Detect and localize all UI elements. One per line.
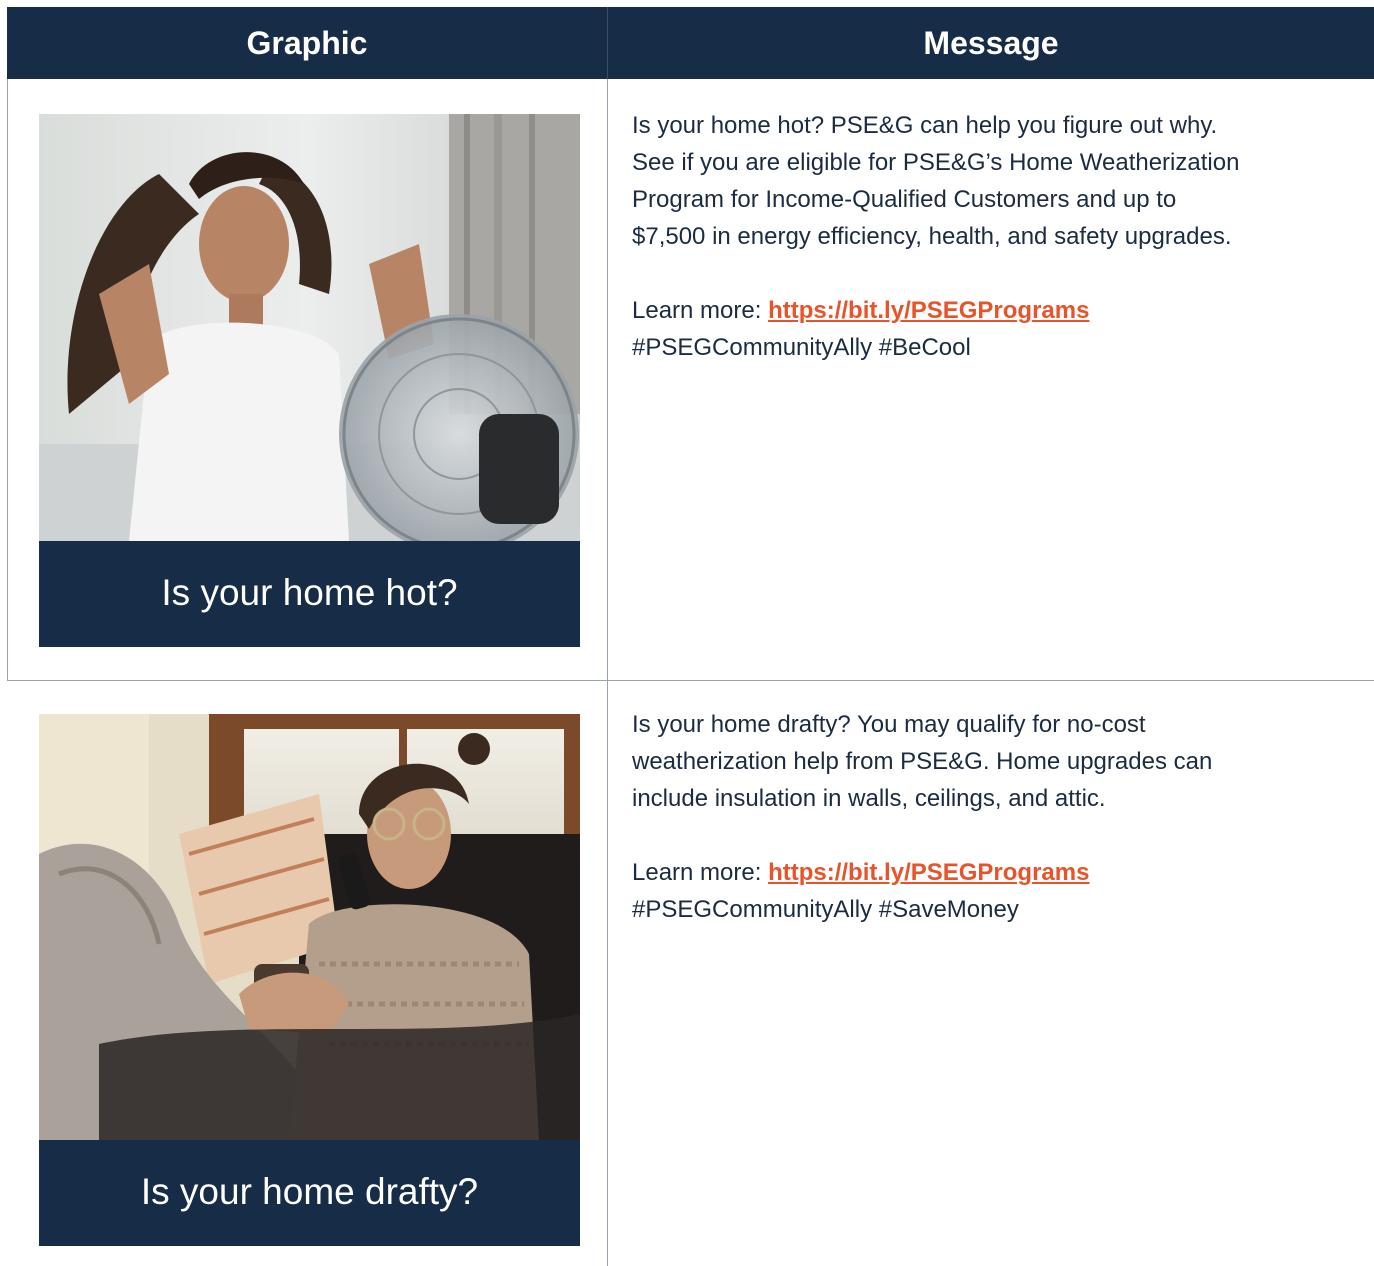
social-media-table: Graphic Message Is your home hot? Is you… — [7, 7, 1374, 1266]
graphic-caption: Is your home drafty? — [140, 1171, 479, 1212]
message-line: See if you are eligible for PSE&G’s Home… — [632, 149, 1240, 176]
message-line: weatherization help from PSE&G. Home upg… — [632, 748, 1213, 775]
header-message: Message — [923, 25, 1059, 61]
photo-woman-phone — [39, 714, 580, 1140]
hashtags: #PSEGCommunityAlly #SaveMoney — [632, 896, 1019, 923]
column-divider — [607, 79, 608, 1266]
hashtags: #PSEGCommunityAlly #BeCool — [632, 334, 971, 361]
learn-more-label: Learn more: — [632, 297, 769, 324]
table-header: Graphic Message — [7, 7, 1374, 79]
message-cell-2: Is your home drafty? You may qualify for… — [632, 706, 1352, 928]
message-line: Program for Income-Qualified Customers a… — [632, 186, 1177, 213]
graphic-caption: Is your home hot? — [161, 572, 458, 613]
graphic-drafty-home: Is your home drafty? — [39, 714, 580, 1246]
learn-more-label: Learn more: — [632, 859, 769, 886]
message-line: Is your home drafty? You may qualify for… — [632, 711, 1146, 738]
photo-woman-fan — [39, 114, 580, 541]
message-line: include insulation in walls, ceilings, a… — [632, 785, 1106, 812]
programs-link[interactable]: https://bit.ly/PSEGPrograms — [768, 859, 1089, 886]
header-graphic: Graphic — [246, 25, 368, 61]
row-divider — [7, 680, 1374, 681]
left-border — [7, 79, 8, 681]
learn-more-line: Learn more: https://bit.ly/PSEGPrograms — [632, 292, 1352, 329]
graphic-hot-home: Is your home hot? — [39, 114, 580, 647]
message-cell-1: Is your home hot? PSE&G can help you fig… — [632, 107, 1352, 366]
message-line: $7,500 in energy efficiency, health, and… — [632, 223, 1232, 250]
programs-link[interactable]: https://bit.ly/PSEGPrograms — [768, 297, 1089, 324]
message-line: Is your home hot? PSE&G can help you fig… — [632, 112, 1218, 139]
learn-more-line: Learn more: https://bit.ly/PSEGPrograms — [632, 854, 1352, 891]
